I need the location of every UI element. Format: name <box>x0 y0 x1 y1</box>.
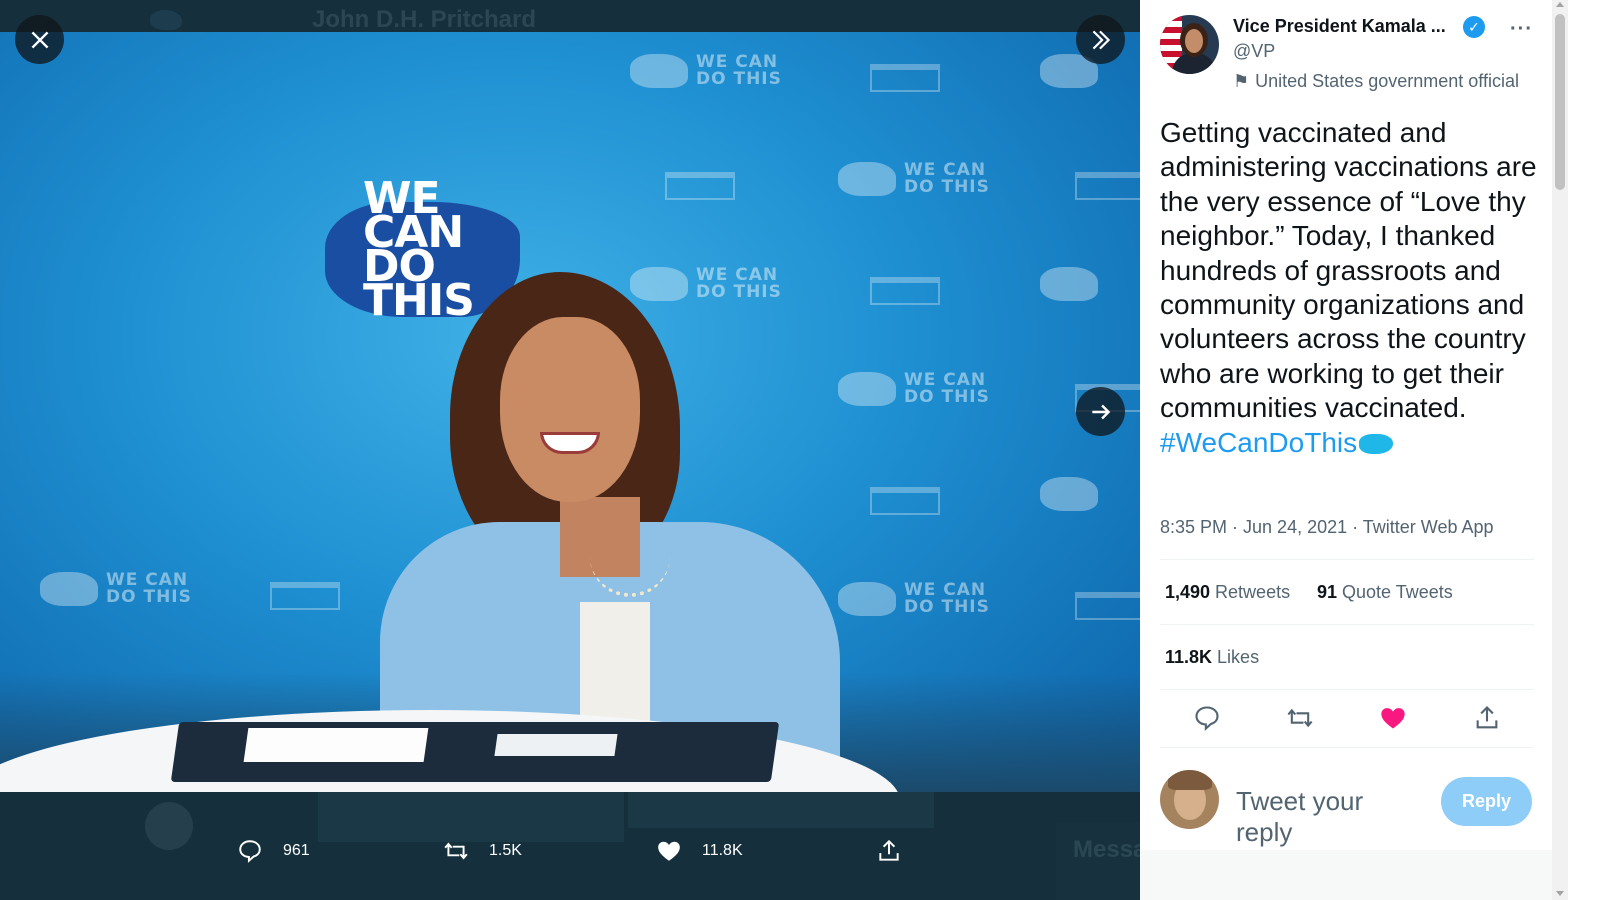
scroll-up-arrow-icon[interactable] <box>1556 2 1564 7</box>
government-label[interactable]: ⚑ United States government official <box>1233 71 1519 92</box>
background-avatar <box>145 802 193 850</box>
like-count: 11.8K <box>702 842 743 859</box>
slogan-tile: WE CAN DO THIS <box>630 54 786 88</box>
slogan-tile: WE CAN DO THIS <box>838 372 994 406</box>
usa-heart-emoji-icon <box>1359 434 1394 455</box>
reply-button[interactable]: Reply <box>1441 777 1532 826</box>
scrollbar[interactable] <box>1552 0 1568 900</box>
author-name[interactable]: Vice President Kamala ... <box>1233 16 1446 37</box>
author-avatar[interactable] <box>1160 15 1219 74</box>
likes-stat[interactable]: 11.8K Likes <box>1165 647 1259 668</box>
collapse-sidebar-button[interactable] <box>1076 15 1125 64</box>
white-house-icon <box>870 487 940 515</box>
hashtag-link[interactable]: #WeCanDoThis <box>1160 427 1357 458</box>
white-house-icon <box>870 64 940 92</box>
background-profile-name: John D.H. Pritchard <box>312 6 537 33</box>
close-icon <box>31 31 48 48</box>
scroll-down-arrow-icon[interactable] <box>1556 891 1564 896</box>
comment-icon <box>239 840 261 863</box>
close-button[interactable] <box>15 15 64 64</box>
current-user-avatar[interactable] <box>1160 770 1219 829</box>
quote-tweets-stat[interactable]: 91 Quote Tweets <box>1317 582 1453 603</box>
slogan-tile <box>1040 267 1106 301</box>
white-house-icon <box>1075 592 1140 620</box>
tweet-timestamp[interactable]: 8:35 PM · Jun 24, 2021 · Twitter Web App <box>1160 517 1494 538</box>
like-action[interactable]: 11.8K <box>656 838 743 864</box>
scrollbar-thumb[interactable] <box>1555 14 1565 190</box>
retweet-count: 1.5K <box>489 842 522 859</box>
slogan-tile: WE CAN DO THIS <box>838 582 994 616</box>
double-chevron-right-icon <box>1092 30 1110 49</box>
flag-icon: ⚑ <box>1233 71 1250 91</box>
liked-heart-icon[interactable] <box>1379 704 1407 732</box>
reply-input[interactable]: Tweet your reply <box>1236 786 1426 848</box>
retweet-action[interactable]: 1.5K <box>443 838 522 864</box>
retweet-icon <box>444 842 468 860</box>
white-house-icon <box>870 277 940 305</box>
slogan-tile: WE CAN DO THIS <box>838 162 994 196</box>
heart-icon <box>658 841 680 861</box>
reply-action[interactable]: 961 <box>237 838 310 864</box>
tweet-text: Getting vaccinated and administering vac… <box>1160 117 1537 458</box>
share-action[interactable] <box>876 838 922 864</box>
next-image-button[interactable] <box>1076 387 1125 436</box>
tweet-photo: WE CAN DO THIS WE CAN DO THIS WE CAN DO … <box>0 32 1140 792</box>
twitter-bird-icon <box>150 10 182 30</box>
white-house-icon <box>1075 172 1140 200</box>
retweets-stat[interactable]: 1,490 Retweets <box>1165 582 1290 603</box>
white-house-icon <box>270 582 340 610</box>
tweet-detail-panel: Vice President Kamala ... ✓ @VP ⚑ United … <box>1140 0 1552 900</box>
reply-icon[interactable] <box>1193 704 1221 732</box>
binder <box>170 722 780 782</box>
background-messages: Messa <box>1055 822 1140 900</box>
reply-count: 961 <box>283 842 310 859</box>
background-profile-header: John D.H. Pritchard <box>0 0 1140 34</box>
share-icon <box>879 839 899 861</box>
white-house-icon <box>665 172 735 200</box>
retweet-icon[interactable] <box>1286 704 1314 732</box>
arrow-right-icon <box>1091 404 1110 419</box>
more-options-icon[interactable]: ··· <box>1510 18 1533 41</box>
verified-badge-icon: ✓ <box>1463 16 1485 38</box>
share-icon[interactable] <box>1473 704 1501 732</box>
slogan-tile <box>1040 477 1106 511</box>
viewer-action-bar: Messa 961 1.5K 11.8K <box>0 792 1140 900</box>
author-handle[interactable]: @VP <box>1233 41 1275 62</box>
media-viewer: John D.H. Pritchard WE CAN DO THIS WE CA… <box>0 0 1140 900</box>
slogan-tile: WE CAN DO THIS <box>40 572 196 606</box>
